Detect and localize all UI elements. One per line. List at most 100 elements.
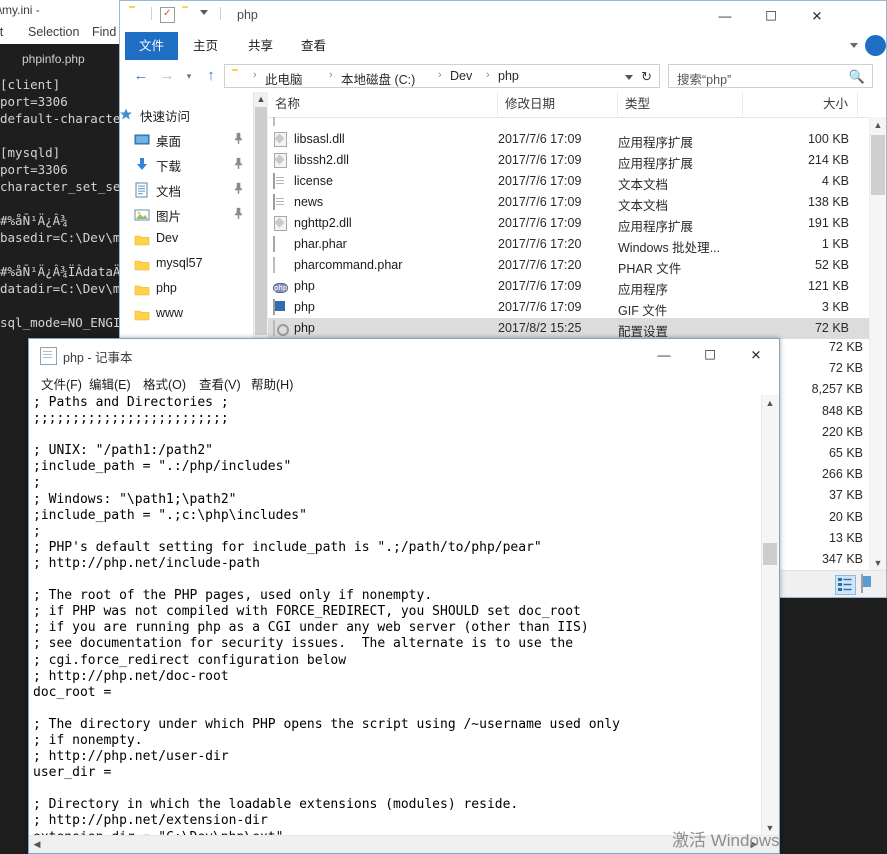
file-type: 应用程序扩展	[618, 136, 694, 150]
notepad-line: user_dir =	[33, 765, 112, 781]
scrollbar-thumb[interactable]	[871, 135, 885, 195]
table-row[interactable]: phar.phar 2017/7/6 17:20 Windows 批处理... 1 K…	[268, 234, 886, 255]
file-name: php	[294, 279, 315, 293]
sidebar-item-www[interactable]: www	[120, 302, 253, 327]
recent-locations-icon[interactable]: ▾	[178, 65, 200, 87]
sidebar-item-快速访问[interactable]: 快速访问	[120, 102, 253, 127]
notepad-vertical-scrollbar[interactable]: ▲ ▼	[761, 395, 779, 836]
up-button[interactable]: ↑	[200, 65, 222, 87]
table-row[interactable]: news 2017/7/6 17:09 文本文档 138 KB	[268, 192, 886, 213]
table-row[interactable]: libsasl.dll 2017/7/6 17:09 应用程序扩展 100 KB	[268, 129, 886, 150]
notepad-menu-edit[interactable]: 编辑(E)	[89, 374, 131, 393]
explorer-minimize-button[interactable]: —	[702, 1, 748, 31]
table-row[interactable]	[268, 117, 886, 129]
sidebar-item-Dev[interactable]: Dev	[120, 227, 253, 252]
notepad-menu-view[interactable]: 查看(V)	[199, 374, 241, 393]
table-row[interactable]: libssh2.dll 2017/7/6 17:09 应用程序扩展 214 KB	[268, 150, 886, 171]
file-size: 72 KB	[828, 361, 863, 376]
refresh-icon[interactable]: ↻	[641, 69, 652, 85]
editor-menu-find[interactable]: Find	[92, 25, 116, 39]
notepad-menu-format[interactable]: 格式(O)	[143, 374, 186, 393]
chevron-down-icon[interactable]	[850, 43, 858, 48]
tab-home[interactable]: 主页	[182, 32, 229, 60]
customize-dropdown-icon[interactable]	[200, 10, 208, 15]
breadcrumb-local-disk[interactable]: 本地磁盘 (C:)	[341, 69, 415, 88]
file-name: php	[294, 321, 315, 335]
notepad-menubar: 文件(F) 编辑(E) 格式(O) 查看(V) 帮助(H)	[29, 371, 779, 395]
notepad-menu-help[interactable]: 帮助(H)	[251, 374, 293, 393]
back-button[interactable]: ←	[130, 65, 152, 87]
file-date: 2017/7/6 17:09	[498, 300, 582, 314]
notepad-horizontal-scrollbar[interactable]: ◀ ▶	[29, 835, 779, 853]
breadcrumb-dev[interactable]: Dev	[450, 69, 472, 83]
file-type: PHAR 文件	[618, 262, 682, 276]
editor-tab-phpinfo[interactable]: phpinfo.php	[0, 44, 128, 74]
scroll-up-icon[interactable]: ▲	[255, 92, 267, 106]
scroll-up-icon[interactable]: ▲	[762, 395, 778, 411]
notepad-close-button[interactable]: ✕	[733, 339, 779, 370]
maximize-icon: ☐	[765, 8, 777, 24]
file-size: 191 KB	[807, 216, 849, 230]
sidebar-item-下载[interactable]: 下载	[120, 152, 253, 177]
notepad-menu-file[interactable]: 文件(F)	[41, 374, 82, 393]
search-input[interactable]: 搜索“php” 🔍	[668, 64, 873, 88]
notepad-line	[33, 427, 762, 443]
notepad-line: ; Windows: "\path1;\path2"	[33, 491, 237, 507]
sidebar-item-文档[interactable]: 文档	[120, 177, 253, 202]
table-row[interactable]: php 2017/8/2 15:25 配置设置 72 KB	[268, 318, 886, 339]
chevron-down-icon[interactable]	[625, 75, 633, 80]
folder-icon	[134, 257, 150, 272]
tab-view[interactable]: 查看	[290, 32, 337, 60]
tab-file[interactable]: 文件	[125, 32, 179, 60]
sidebar-item-label: 桌面	[156, 135, 182, 149]
notepad-minimize-button[interactable]: —	[641, 339, 687, 370]
scrollbar-thumb[interactable]	[255, 107, 267, 335]
scrollbar-thumb[interactable]	[763, 543, 777, 565]
editor-menu-selection[interactable]: Selection	[28, 25, 79, 39]
file-date: 2017/7/6 17:20	[498, 237, 582, 251]
notepad-line: ; if you are running php as a CGI under …	[33, 620, 589, 636]
notepad-maximize-button[interactable]: ☐	[687, 339, 733, 370]
tab-share[interactable]: 共享	[237, 32, 284, 60]
help-icon[interactable]	[865, 35, 886, 56]
sidebar-item-桌面[interactable]: 桌面	[120, 127, 253, 152]
column-header-name[interactable]: 名称	[268, 92, 498, 116]
scroll-left-icon[interactable]: ◀	[29, 836, 45, 852]
sidebar-item-图片[interactable]: 图片	[120, 202, 253, 227]
table-row[interactable]: php 2017/7/6 17:09 GIF 文件 3 KB	[268, 297, 886, 318]
editor-menu-edit[interactable]: dit	[0, 25, 3, 39]
pin-icon[interactable]	[233, 207, 244, 221]
table-row[interactable]: php php 2017/7/6 17:09 应用程序 121 KB	[268, 276, 886, 297]
sidebar-item-php[interactable]: php	[120, 277, 253, 302]
column-header-size[interactable]: 大小	[743, 92, 858, 116]
breadcrumb-php[interactable]: php	[498, 69, 519, 83]
sidebar-item-mysql57[interactable]: mysql57	[120, 252, 253, 277]
file-date: 2017/7/6 17:20	[498, 258, 582, 272]
toolbar-divider-2	[220, 7, 221, 20]
scroll-up-icon[interactable]: ▲	[870, 117, 886, 133]
table-row[interactable]: nghttp2.dll 2017/7/6 17:09 应用程序扩展 191 KB	[268, 213, 886, 234]
breadcrumb-this-pc[interactable]: 此电脑	[265, 69, 303, 88]
search-icon[interactable]: 🔍	[849, 69, 865, 85]
forward-button[interactable]: →	[156, 65, 178, 87]
notepad-line: ; PHP's default setting for include_path…	[33, 539, 542, 555]
table-row[interactable]: license 2017/7/6 17:09 文本文档 4 KB	[268, 171, 886, 192]
pin-icon[interactable]	[233, 157, 244, 171]
address-input[interactable]: › 此电脑 › 本地磁盘 (C:) › Dev › php ↻	[224, 64, 660, 88]
pin-icon[interactable]	[233, 182, 244, 196]
notepad-text-area[interactable]: ; Paths and Directories ;;;;;;;;;;;;;;;;…	[31, 395, 762, 836]
explorer-address-bar: ← → ▾ ↑ › 此电脑 › 本地磁盘 (C:) › Dev › php ↻ …	[120, 60, 886, 92]
column-header-type[interactable]: 类型	[618, 92, 743, 116]
pin-icon[interactable]	[233, 132, 244, 146]
explorer-maximize-button[interactable]: ☐	[748, 1, 794, 31]
file-size: 848 KB	[821, 403, 863, 418]
explorer-close-button[interactable]: ✕	[794, 1, 840, 31]
new-folder-icon[interactable]	[182, 8, 196, 20]
properties-icon[interactable]: ✓	[160, 7, 175, 23]
file-size: 65 KB	[828, 446, 863, 460]
table-row[interactable]: pharcommand.phar 2017/7/6 17:20 PHAR 文件 52 …	[268, 255, 886, 276]
dll-icon	[273, 132, 289, 148]
notepad-line: ; see documentation for security issues.…	[33, 636, 574, 652]
folder-icon[interactable]	[129, 8, 143, 20]
column-header-date[interactable]: 修改日期	[498, 92, 618, 116]
